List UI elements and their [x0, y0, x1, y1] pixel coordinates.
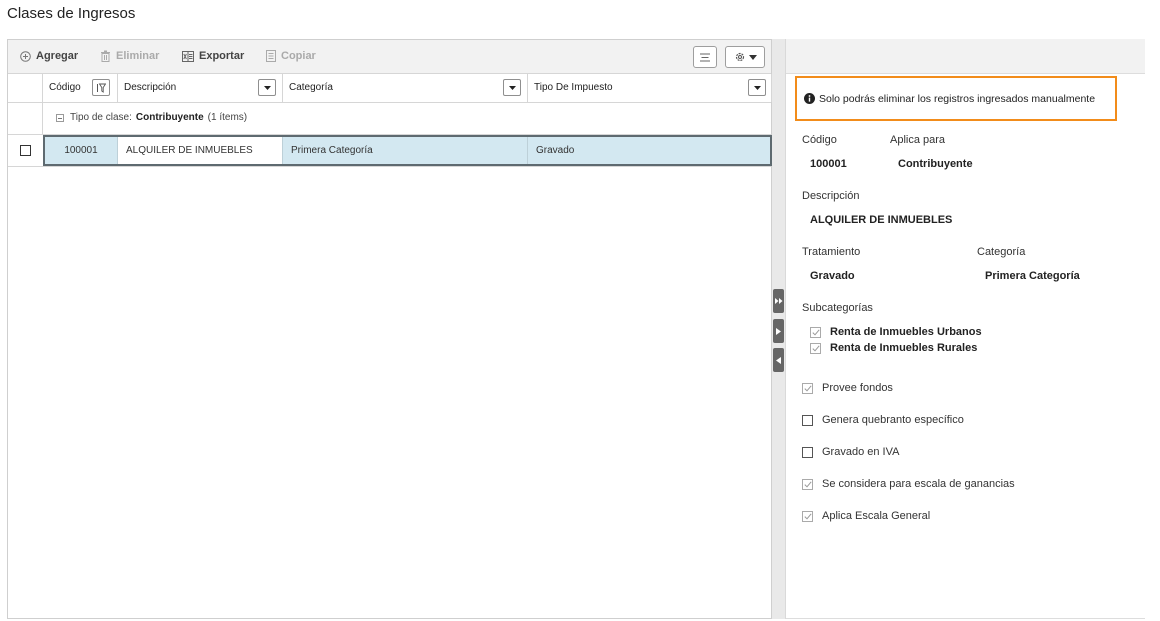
- export-button[interactable]: Exportar: [182, 50, 244, 62]
- copy-button-label: Copiar: [281, 50, 316, 62]
- gear-icon: [735, 52, 744, 62]
- provee-fondos-label: Provee fondos: [822, 382, 893, 394]
- codigo-label: Código: [802, 134, 837, 146]
- caret-down-icon: [753, 85, 761, 90]
- codigo-value: 100001: [810, 158, 847, 170]
- check-icon: [803, 385, 812, 392]
- header-categoria[interactable]: Categoría: [283, 74, 528, 102]
- caret-down-icon: [508, 85, 516, 90]
- group-row: Tipo de clase: Contribuyente (1 ítems): [8, 103, 771, 135]
- cell-codigo: 100001: [45, 137, 118, 164]
- cell-categoria: Primera Categoría: [283, 137, 528, 164]
- categoria-dropdown-button[interactable]: [503, 79, 521, 96]
- subcategoria-checkbox[interactable]: [810, 327, 821, 338]
- export-button-label: Exportar: [199, 50, 245, 62]
- gravado-iva-label: Gravado en IVA: [822, 446, 900, 458]
- grid-toolbar: Agregar Eliminar Exportar Copiar: [8, 40, 771, 74]
- tipo-impuesto-dropdown-button[interactable]: [748, 79, 766, 96]
- tratamiento-value: Gravado: [810, 270, 855, 282]
- filter-icon: [97, 83, 106, 93]
- expand-double-button[interactable]: [773, 289, 784, 313]
- expand-right-button[interactable]: [773, 319, 784, 343]
- selected-row-frame: 100001 ALQUILER DE INMUEBLES Primera Cat…: [43, 135, 772, 166]
- header-codigo-label: Código: [49, 82, 81, 93]
- settings-menu-button[interactable]: [725, 46, 765, 68]
- check-icon: [803, 481, 812, 488]
- delete-button[interactable]: Eliminar: [100, 50, 159, 62]
- subcategoria-label: Renta de Inmuebles Urbanos: [830, 326, 982, 338]
- row-checkbox[interactable]: [20, 145, 31, 156]
- copy-button[interactable]: Copiar: [266, 50, 316, 62]
- grid-panel: Agregar Eliminar Exportar Copiar Código: [7, 39, 772, 619]
- check-icon: [811, 345, 820, 352]
- group-header[interactable]: Tipo de clase: Contribuyente (1 ítems): [56, 112, 247, 123]
- group-indent-cell: [8, 103, 43, 134]
- aplica-value: Contribuyente: [898, 158, 973, 170]
- caret-down-icon: [263, 85, 271, 90]
- caret-down-icon: [748, 54, 757, 60]
- categoria-value: Primera Categoría: [985, 270, 1080, 282]
- filter-button[interactable]: [92, 79, 110, 96]
- collapse-left-button[interactable]: [773, 348, 784, 372]
- chevron-right-icon: [776, 327, 781, 335]
- subcategoria-checkbox[interactable]: [810, 343, 821, 354]
- header-tipo-impuesto-label: Tipo De Impuesto: [534, 82, 613, 93]
- cell-descripcion[interactable]: ALQUILER DE INMUEBLES: [118, 137, 283, 164]
- group-count: (1 ítems): [207, 112, 248, 123]
- excel-icon: [182, 50, 194, 62]
- descripcion-value: ALQUILER DE INMUEBLES: [810, 214, 953, 226]
- categoria-label: Categoría: [977, 246, 1026, 258]
- plus-circle-icon: [20, 50, 31, 62]
- gravado-iva-checkbox[interactable]: [802, 447, 813, 458]
- chevron-left-icon: [776, 356, 781, 364]
- escala-general-checkbox[interactable]: [802, 511, 813, 522]
- add-button-label: Agregar: [36, 50, 79, 62]
- collapse-icon[interactable]: [56, 113, 64, 122]
- cell-tipo-impuesto: Gravado: [536, 145, 575, 156]
- check-icon: [811, 329, 820, 336]
- info-icon: [804, 93, 815, 104]
- escala-ganancias-label: Se considera para escala de ganancias: [822, 478, 1015, 490]
- quebranto-label: Genera quebranto específico: [822, 414, 964, 426]
- descripcion-label: Descripción: [802, 190, 860, 202]
- escala-ganancias-checkbox[interactable]: [802, 479, 813, 490]
- provee-fondos-checkbox[interactable]: [802, 383, 813, 394]
- copy-icon: [266, 50, 276, 62]
- header-select-cell: [8, 74, 43, 102]
- header-tipo-impuesto[interactable]: Tipo De Impuesto: [528, 74, 772, 102]
- group-value: Contribuyente: [135, 112, 204, 123]
- subcategoria-label: Renta de Inmuebles Rurales: [830, 342, 978, 354]
- info-notice-text: Solo podrás eliminar los registros ingre…: [819, 92, 1096, 105]
- check-icon: [803, 513, 812, 520]
- lines-icon: [700, 53, 710, 61]
- header-descripcion-label: Descripción: [124, 82, 177, 93]
- header-categoria-label: Categoría: [289, 82, 333, 93]
- add-button[interactable]: Agregar: [20, 50, 78, 62]
- page-title: Clases de Ingresos: [7, 5, 136, 22]
- escala-general-label: Aplica Escala General: [822, 510, 931, 522]
- detail-panel: Solo podrás eliminar los registros ingre…: [786, 39, 1145, 619]
- aplica-label: Aplica para: [890, 134, 946, 146]
- trash-icon: [101, 50, 110, 62]
- columns-button[interactable]: [693, 46, 717, 68]
- panel-splitter[interactable]: [772, 39, 786, 619]
- grid-header: Código Descripción Categoría Tipo De Imp…: [8, 74, 772, 103]
- descripcion-dropdown-button[interactable]: [258, 79, 276, 96]
- double-chevron-right-icon: [774, 298, 782, 304]
- subcategorias-label: Subcategorías: [802, 302, 873, 314]
- info-notice: Solo podrás eliminar los registros ingre…: [795, 76, 1117, 121]
- tratamiento-label: Tratamiento: [802, 246, 861, 258]
- delete-button-label: Eliminar: [116, 50, 160, 62]
- group-prefix: Tipo de clase:: [70, 112, 132, 123]
- detail-toolbar: [786, 39, 1145, 74]
- table-row[interactable]: 100001 ALQUILER DE INMUEBLES Primera Cat…: [8, 135, 772, 167]
- quebranto-checkbox[interactable]: [802, 415, 813, 426]
